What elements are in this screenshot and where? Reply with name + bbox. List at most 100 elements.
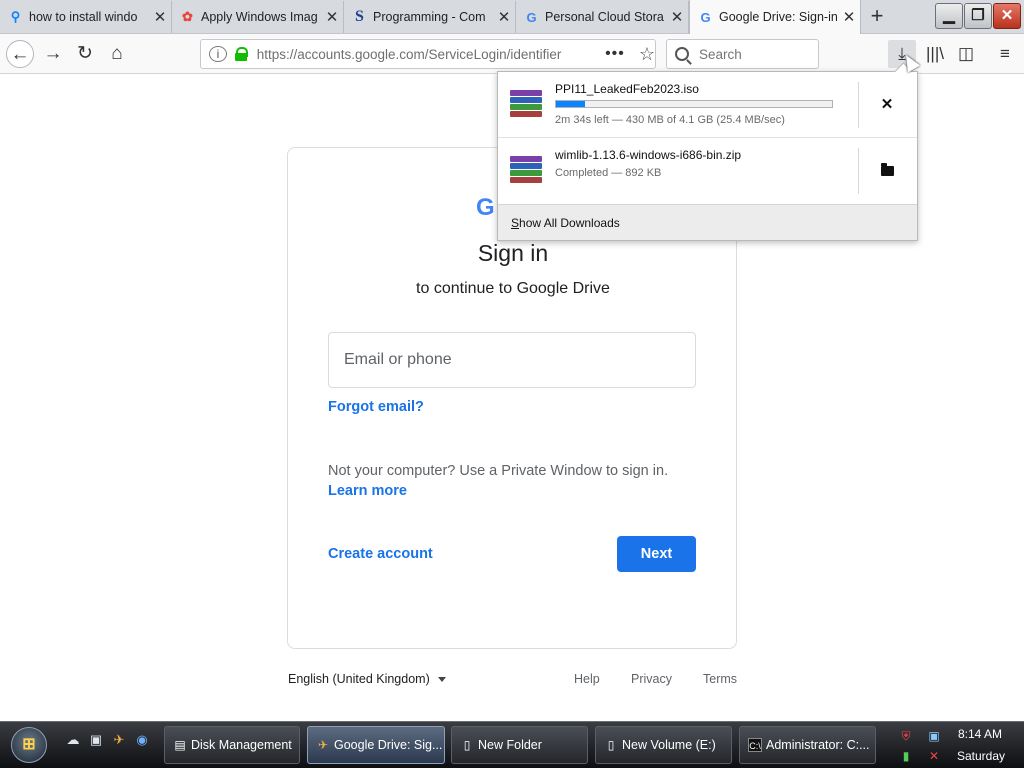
taskbar-label: Google Drive: Sig... — [334, 738, 443, 752]
download-item[interactable]: PPI11_LeakedFeb2023.iso 2m 34s left — 43… — [498, 72, 917, 138]
google-icon: G — [700, 9, 711, 25]
restore-button[interactable]: ❐ — [964, 3, 992, 29]
firefox-quicklaunch-icon[interactable]: ✈ — [111, 732, 127, 748]
download-status: Completed — 892 KB — [555, 167, 662, 179]
download-item[interactable]: wimlib-1.13.6-windows-i686-bin.zip Compl… — [498, 138, 917, 204]
colorful-flower-icon: ✿ — [182, 9, 193, 24]
taskbar-button-new-volume[interactable]: ▯ New Volume (E:) — [595, 726, 732, 764]
s-logo-icon: S — [355, 8, 364, 25]
volume-muted-icon[interactable]: ✕ — [926, 748, 942, 764]
clock-day[interactable]: Saturday — [957, 749, 1005, 763]
download-status: 2m 34s left — 430 MB of 4.1 GB (25.4 MB/… — [555, 114, 785, 126]
firefox-icon: ✈ — [317, 738, 329, 752]
show-all-downloads-button[interactable]: Show All Downloads — [498, 204, 917, 240]
taskbar-label: New Folder — [478, 738, 542, 752]
lock-icon[interactable] — [234, 47, 248, 61]
language-selector[interactable]: English (United Kingdom) — [288, 672, 446, 686]
tab-title: Programming - Com — [373, 10, 486, 24]
battery-icon[interactable]: ▮ — [898, 748, 914, 764]
privacy-link[interactable]: Privacy — [631, 672, 672, 686]
clock-time[interactable]: 8:14 AM — [958, 727, 1002, 741]
tab-programming[interactable]: S Programming - Com ✕ — [344, 1, 516, 33]
downloads-panel: PPI11_LeakedFeb2023.iso 2m 34s left — 43… — [497, 71, 918, 241]
minimize-button[interactable]: ▁ — [935, 3, 963, 29]
download-progress-fill — [556, 101, 585, 107]
close-window-button[interactable]: ✕ — [993, 3, 1021, 29]
library-button[interactable]: |||\ — [921, 40, 949, 68]
taskbar-label: New Volume (E:) — [622, 738, 716, 752]
hamburger-menu-icon: ≡ — [1000, 44, 1010, 63]
download-progress-bar — [555, 100, 833, 108]
caret-down-icon — [437, 677, 446, 683]
cmd-icon: C:\ — [748, 738, 762, 752]
back-button[interactable]: ← — [6, 40, 34, 68]
show-all-label: how All Downloads — [519, 216, 620, 230]
divider — [858, 82, 859, 128]
folder-icon: ▯ — [463, 738, 471, 752]
cancel-download-button[interactable]: ✕ — [874, 92, 900, 118]
url-text[interactable]: https://accounts.google.com/ServiceLogin… — [257, 47, 583, 62]
divider — [858, 148, 859, 194]
library-icon: |||\ — [926, 44, 944, 63]
switch-windows-icon[interactable]: ▣ — [88, 732, 104, 748]
folder-icon — [880, 163, 894, 176]
home-icon: ⌂ — [111, 43, 123, 64]
search-input[interactable] — [699, 46, 809, 62]
page-subtitle: to continue to Google Drive — [416, 280, 610, 297]
reload-button[interactable]: ↻ — [71, 40, 99, 68]
start-button[interactable]: ⊞ — [11, 727, 47, 763]
open-folder-button[interactable] — [874, 158, 900, 184]
page-actions-icon[interactable]: ••• — [605, 45, 625, 63]
learn-more-link[interactable]: Learn more — [328, 483, 407, 499]
search-bar[interactable] — [666, 39, 819, 69]
taskbar-label: Administrator: C:... — [766, 738, 870, 752]
tab-personal-cloud-storage[interactable]: G Personal Cloud Stora ✕ — [516, 1, 689, 33]
taskbar-button-google-drive[interactable]: ✈ Google Drive: Sig... — [307, 726, 445, 764]
windows-logo-icon: ⊞ — [22, 736, 36, 753]
tab-title: Google Drive: Sign-in — [719, 10, 838, 24]
taskbar-button-administrator-cmd[interactable]: C:\ Administrator: C:... — [739, 726, 876, 764]
new-tab-button[interactable]: + — [864, 4, 890, 30]
sidebar-button[interactable]: ◫ — [952, 40, 980, 68]
search-icon — [675, 47, 689, 61]
next-button[interactable]: Next — [617, 536, 696, 572]
tab-how-to-install[interactable]: ⚲ how to install windo ✕ — [0, 1, 172, 33]
email-field[interactable] — [329, 333, 695, 387]
tab-apply-windows-image[interactable]: ✿ Apply Windows Imag ✕ — [172, 1, 344, 33]
close-tab-icon[interactable]: ✕ — [838, 8, 860, 26]
minimize-icon: ▁ — [943, 7, 955, 24]
create-account-link[interactable]: Create account — [328, 546, 433, 562]
forward-button[interactable]: → — [39, 40, 67, 68]
nav-toolbar: ← → ↻ ⌂ i https://accounts.google.com/Se… — [0, 34, 1024, 74]
archive-file-icon — [510, 156, 542, 184]
menu-button[interactable]: ≡ — [991, 40, 1019, 68]
url-bar[interactable]: i https://accounts.google.com/ServiceLog… — [200, 39, 656, 69]
security-shield-icon[interactable]: ⛨ — [898, 728, 914, 744]
close-icon: ✕ — [1000, 7, 1014, 24]
download-filename: wimlib-1.13.6-windows-i686-bin.zip — [555, 148, 742, 162]
close-tab-icon[interactable]: ✕ — [149, 8, 171, 26]
show-desktop-icon[interactable]: ☁ — [65, 732, 81, 748]
site-info-icon[interactable]: i — [209, 46, 227, 62]
home-button[interactable]: ⌂ — [103, 40, 131, 68]
back-arrow-icon: ← — [10, 44, 30, 65]
terms-link[interactable]: Terms — [703, 672, 737, 686]
screen: ⚲ how to install windo ✕ ✿ Apply Windows… — [0, 0, 1024, 768]
disk-management-icon: ▤ — [174, 738, 186, 752]
close-tab-icon[interactable]: ✕ — [321, 8, 343, 26]
language-label: English (United Kingdom) — [288, 672, 430, 686]
download-filename: PPI11_LeakedFeb2023.iso — [555, 82, 699, 96]
tab-google-drive-sign-in[interactable]: G Google Drive: Sign-in ✕ — [689, 0, 861, 34]
internet-explorer-icon[interactable]: ◉ — [134, 732, 150, 748]
sidebar-icon: ◫ — [957, 44, 975, 63]
close-tab-icon[interactable]: ✕ — [493, 8, 515, 26]
help-link[interactable]: Help — [574, 672, 600, 686]
close-tab-icon[interactable]: ✕ — [666, 8, 688, 26]
bookmark-star-icon[interactable]: ☆ — [639, 44, 655, 65]
network-icon[interactable]: ▣ — [926, 728, 942, 744]
forgot-email-link[interactable]: Forgot email? — [328, 399, 424, 415]
tab-title: how to install windo — [29, 10, 138, 24]
taskbar-button-disk-management[interactable]: ▤ Disk Management — [164, 726, 300, 764]
email-field-container[interactable] — [328, 332, 696, 388]
taskbar-button-new-folder[interactable]: ▯ New Folder — [451, 726, 588, 764]
